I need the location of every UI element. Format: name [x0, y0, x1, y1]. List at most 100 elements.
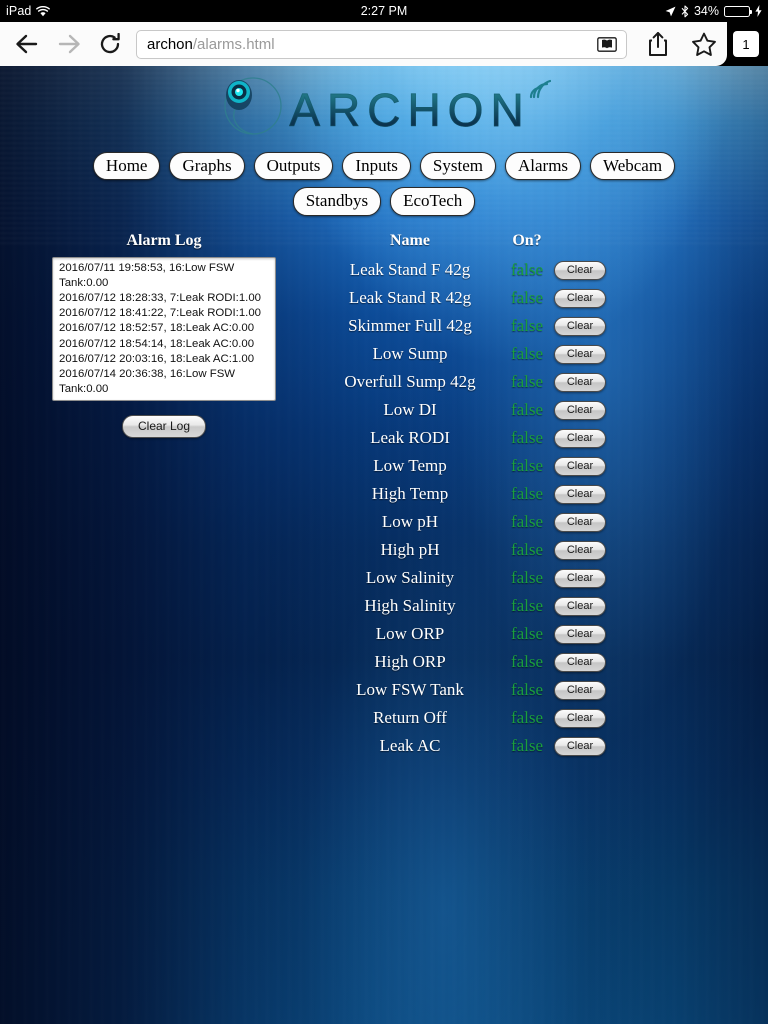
- nav-item-webcam[interactable]: Webcam: [590, 152, 675, 180]
- alarm-name: Skimmer Full 42g: [320, 312, 500, 340]
- nav-item-outputs[interactable]: Outputs: [254, 152, 334, 180]
- alarm-action-cell: Clear: [554, 368, 616, 396]
- alarm-log-entry: 2016/07/12 20:03:16, 18:Leak AC:1.00: [59, 352, 271, 367]
- alarm-name: Leak RODI: [320, 424, 500, 452]
- alarm-state-value: false: [500, 704, 554, 732]
- nav-item-inputs[interactable]: Inputs: [342, 152, 411, 180]
- tab-count-button[interactable]: 1: [733, 31, 759, 57]
- clear-alarm-button[interactable]: Clear: [554, 513, 606, 532]
- alarm-state-value: false: [500, 592, 554, 620]
- status-bar-clock: 2:27 PM: [0, 0, 768, 22]
- alarm-log-textarea[interactable]: 2016/07/11 19:58:53, 16:Low FSW Tank:0.0…: [52, 257, 276, 401]
- alarm-name: High Temp: [320, 480, 500, 508]
- table-row: High TempfalseClear: [320, 480, 616, 508]
- table-row: Skimmer Full 42gfalseClear: [320, 312, 616, 340]
- alarm-name: High Salinity: [320, 592, 500, 620]
- alarm-log-entry: 2016/07/12 18:28:33, 7:Leak RODI:1.00: [59, 291, 271, 306]
- alarm-action-cell: Clear: [554, 676, 616, 704]
- table-row: Low ORPfalseClear: [320, 620, 616, 648]
- back-arrow-icon[interactable]: [6, 22, 48, 66]
- clear-alarm-button[interactable]: Clear: [554, 345, 606, 364]
- alarm-action-cell: Clear: [554, 340, 616, 368]
- table-row: Low SumpfalseClear: [320, 340, 616, 368]
- alarm-log-entry: 2016/07/12 18:54:14, 18:Leak AC:0.00: [59, 337, 271, 352]
- url-path: /alarms.html: [193, 36, 275, 53]
- clear-alarm-button[interactable]: Clear: [554, 317, 606, 336]
- alarm-action-cell: Clear: [554, 564, 616, 592]
- clear-alarm-button[interactable]: Clear: [554, 457, 606, 476]
- alarm-state-value: false: [500, 732, 554, 760]
- alarm-state-value: false: [500, 536, 554, 564]
- bookmark-star-icon[interactable]: [681, 22, 727, 66]
- table-row: High SalinityfalseClear: [320, 592, 616, 620]
- table-row: Leak Stand F 42gfalseClear: [320, 256, 616, 284]
- battery-percent-label: 34%: [694, 4, 719, 18]
- alarm-name: Overfull Sump 42g: [320, 368, 500, 396]
- alarm-name: Low DI: [320, 396, 500, 424]
- alarm-name: Leak Stand R 42g: [320, 284, 500, 312]
- alarm-table-body: Leak Stand F 42gfalseClearLeak Stand R 4…: [320, 256, 616, 760]
- nav-item-alarms[interactable]: Alarms: [505, 152, 581, 180]
- column-header-name: Name: [320, 232, 500, 256]
- alarm-action-cell: Clear: [554, 312, 616, 340]
- clear-alarm-button[interactable]: Clear: [554, 737, 606, 756]
- reload-icon[interactable]: [90, 22, 132, 66]
- alarm-log-entry: 2016/07/12 18:41:22, 7:Leak RODI:1.00: [59, 306, 271, 321]
- alarm-state-value: false: [500, 508, 554, 536]
- nav-item-standbys[interactable]: Standbys: [293, 187, 381, 215]
- share-icon[interactable]: [635, 22, 681, 66]
- alarm-action-cell: Clear: [554, 284, 616, 312]
- alarm-log-entry: 2016/07/14 20:36:38, 16:Low FSW Tank:0.0…: [59, 367, 271, 397]
- alarm-name: High ORP: [320, 648, 500, 676]
- alarm-name: Return Off: [320, 704, 500, 732]
- alarm-name: Low pH: [320, 508, 500, 536]
- table-row: High ORPfalseClear: [320, 648, 616, 676]
- clear-alarm-button[interactable]: Clear: [554, 709, 606, 728]
- alarm-table-column: Name On? Leak Stand F 42gfalseClearLeak …: [300, 232, 768, 760]
- alarm-action-cell: Clear: [554, 592, 616, 620]
- clear-alarm-button[interactable]: Clear: [554, 625, 606, 644]
- clear-alarm-button[interactable]: Clear: [554, 541, 606, 560]
- reader-view-icon[interactable]: [594, 34, 620, 54]
- page-main: Alarm Log 2016/07/11 19:58:53, 16:Low FS…: [0, 216, 768, 760]
- address-bar[interactable]: archon/alarms.html: [136, 30, 627, 59]
- column-header-action: [554, 232, 616, 256]
- nav-item-home[interactable]: Home: [93, 152, 161, 180]
- clear-alarm-button[interactable]: Clear: [554, 485, 606, 504]
- alarm-table: Name On? Leak Stand F 42gfalseClearLeak …: [320, 232, 616, 760]
- alarm-state-value: false: [500, 480, 554, 508]
- logo-wordmark: ARCHON: [289, 79, 530, 133]
- table-row: Leak ACfalseClear: [320, 732, 616, 760]
- clear-alarm-button[interactable]: Clear: [554, 289, 606, 308]
- ipad-screen: iPad 2:27 PM 34: [0, 0, 768, 1024]
- table-row: Low FSW TankfalseClear: [320, 676, 616, 704]
- table-row: Low DIfalseClear: [320, 396, 616, 424]
- clear-alarm-button[interactable]: Clear: [554, 401, 606, 420]
- forward-arrow-icon[interactable]: [48, 22, 90, 66]
- table-header-row: Name On?: [320, 232, 616, 256]
- alarm-name: Leak Stand F 42g: [320, 256, 500, 284]
- location-arrow-icon: [665, 6, 676, 17]
- alarm-state-value: false: [500, 256, 554, 284]
- clear-alarm-button[interactable]: Clear: [554, 429, 606, 448]
- archon-swirl-icon: [217, 73, 285, 139]
- clear-alarm-button[interactable]: Clear: [554, 569, 606, 588]
- clear-alarm-button[interactable]: Clear: [554, 373, 606, 392]
- nav-item-ecotech[interactable]: EcoTech: [390, 187, 475, 215]
- table-row: Leak Stand R 42gfalseClear: [320, 284, 616, 312]
- alarm-name: Leak AC: [320, 732, 500, 760]
- clear-log-button[interactable]: Clear Log: [122, 415, 206, 438]
- table-row: High pHfalseClear: [320, 536, 616, 564]
- clear-alarm-button[interactable]: Clear: [554, 653, 606, 672]
- alarm-name: High pH: [320, 536, 500, 564]
- alarm-log-title: Alarm Log: [28, 232, 300, 250]
- clear-alarm-button[interactable]: Clear: [554, 681, 606, 700]
- nav-item-system[interactable]: System: [420, 152, 496, 180]
- safari-toolbar: archon/alarms.html: [0, 22, 768, 66]
- url-host: archon: [147, 36, 193, 53]
- clear-alarm-button[interactable]: Clear: [554, 597, 606, 616]
- clear-alarm-button[interactable]: Clear: [554, 261, 606, 280]
- signal-waves-icon: [525, 75, 551, 101]
- alarm-state-value: false: [500, 620, 554, 648]
- nav-item-graphs[interactable]: Graphs: [169, 152, 244, 180]
